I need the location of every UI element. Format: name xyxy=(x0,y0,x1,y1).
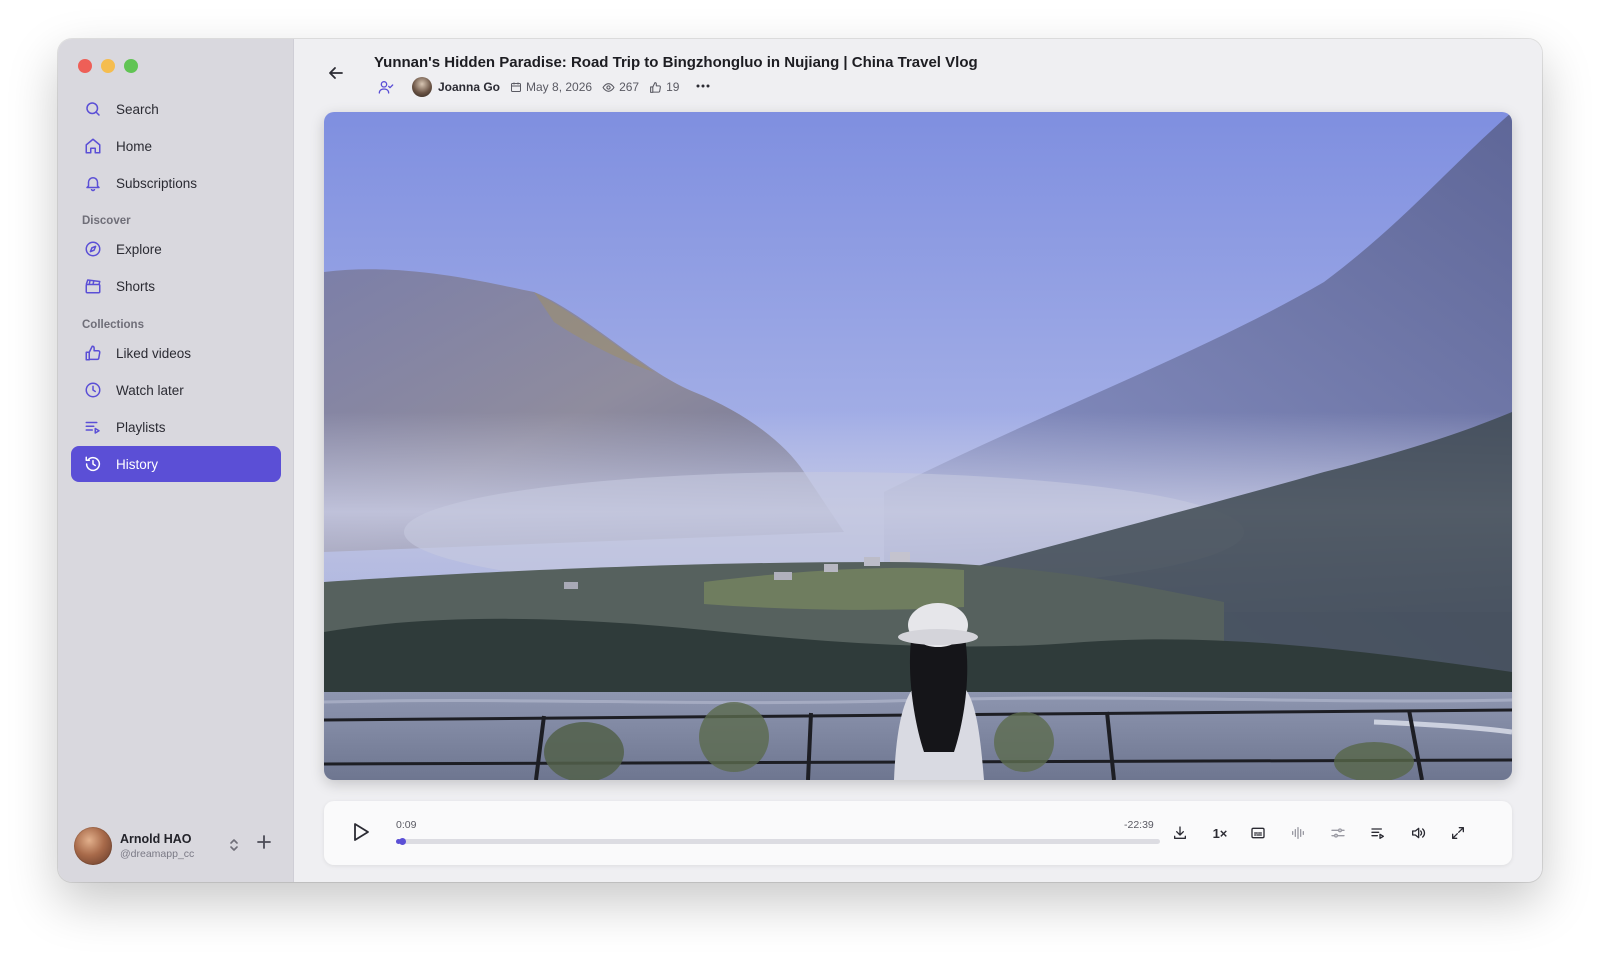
history-icon xyxy=(83,454,103,474)
audio-track-button[interactable] xyxy=(1286,821,1310,845)
sidebar-item-subscriptions[interactable]: Subscriptions xyxy=(71,165,281,201)
sidebar-item-label: Home xyxy=(116,138,153,154)
speaker-icon xyxy=(1412,827,1426,839)
plus-icon xyxy=(257,835,271,849)
main-content: Yunnan's Hidden Paradise: Road Trip to B… xyxy=(294,39,1542,882)
avatar xyxy=(74,827,112,865)
clock-icon xyxy=(83,380,103,400)
close-window-button[interactable] xyxy=(78,59,92,73)
thumbs-up-icon xyxy=(83,343,103,363)
captions-icon xyxy=(1251,827,1265,839)
user-follow-icon xyxy=(378,81,394,94)
adjust-button[interactable] xyxy=(1326,821,1350,845)
video-meta: Joanna Go May 8, 2026 267 19 xyxy=(378,77,711,97)
current-time: 0:09 xyxy=(396,819,417,831)
sidebar-item-label: Watch later xyxy=(116,382,184,398)
sidebar-item-label: History xyxy=(116,456,159,472)
video-player[interactable] xyxy=(324,112,1512,780)
sidebar-item-search[interactable]: Search xyxy=(71,91,281,127)
sidebar-item-label: Liked videos xyxy=(116,345,192,361)
date-text: May 8, 2026 xyxy=(526,80,593,94)
video-frame xyxy=(324,112,1512,780)
sidebar-item-playlists[interactable]: Playlists xyxy=(71,409,281,445)
like-count[interactable]: 19 xyxy=(649,80,679,94)
remaining-time: -22:39 xyxy=(1124,819,1154,831)
home-icon xyxy=(83,136,103,156)
progress-bar[interactable] xyxy=(396,838,1160,845)
publish-date: May 8, 2026 xyxy=(510,80,592,94)
waveform-icon xyxy=(1292,827,1304,839)
sidebar-item-label: Subscriptions xyxy=(116,175,198,191)
sidebar-item-shorts[interactable]: Shorts xyxy=(71,268,281,304)
playlist-icon xyxy=(1371,828,1384,839)
channel-link[interactable]: Joanna Go xyxy=(412,77,500,97)
add-account-button[interactable] xyxy=(256,834,272,854)
sidebar-item-label: Search xyxy=(116,101,159,117)
download-icon xyxy=(1174,826,1186,839)
sidebar-item-explore[interactable]: Explore xyxy=(71,231,281,267)
sidebar: Search Home Subscriptions Discover Explo… xyxy=(58,39,294,882)
channel-name: Joanna Go xyxy=(438,80,501,94)
view-count: 267 xyxy=(602,80,639,94)
captions-button[interactable] xyxy=(1246,821,1270,845)
download-button[interactable] xyxy=(1168,821,1192,845)
user-info: Arnold HAO @dreamapp_cc xyxy=(120,832,194,860)
queue-button[interactable] xyxy=(1366,821,1390,845)
sliders-icon xyxy=(1331,828,1345,838)
ellipsis-icon xyxy=(696,84,710,87)
bell-icon xyxy=(83,173,103,193)
thumbs-up-icon xyxy=(650,81,662,93)
playlist-icon xyxy=(83,417,103,437)
sidebar-item-label: Playlists xyxy=(116,419,166,435)
play-icon xyxy=(354,823,369,841)
arrow-left-icon xyxy=(329,67,343,79)
back-button[interactable] xyxy=(328,65,344,86)
user-handle: @dreamapp_cc xyxy=(120,848,195,860)
section-label-collections: Collections xyxy=(82,319,144,331)
search-icon xyxy=(83,99,103,119)
minimize-window-button[interactable] xyxy=(101,59,115,73)
user-account[interactable]: Arnold HAO @dreamapp_cc xyxy=(74,826,284,866)
sidebar-item-label: Explore xyxy=(116,241,162,257)
sidebar-item-label: Shorts xyxy=(116,278,156,294)
sidebar-item-watch-later[interactable]: Watch later xyxy=(71,372,281,408)
chevron-up-down-icon[interactable] xyxy=(228,836,240,859)
progress-handle[interactable] xyxy=(399,838,407,845)
sidebar-item-liked-videos[interactable]: Liked videos xyxy=(71,335,281,371)
views-text: 267 xyxy=(619,80,640,94)
player-controls: 0:09 -22:39 1× xyxy=(324,801,1512,865)
sidebar-item-history[interactable]: History xyxy=(71,446,281,482)
play-button[interactable] xyxy=(352,822,370,847)
zoom-window-button[interactable] xyxy=(124,59,138,73)
video-title: Yunnan's Hidden Paradise: Road Trip to B… xyxy=(374,54,978,71)
sidebar-item-home[interactable]: Home xyxy=(71,128,281,164)
user-name: Arnold HAO xyxy=(120,832,192,846)
likes-text: 19 xyxy=(666,80,680,94)
channel-avatar xyxy=(412,77,432,97)
volume-button[interactable] xyxy=(1406,821,1430,845)
calendar-icon xyxy=(511,82,522,92)
expand-icon xyxy=(1452,827,1464,839)
subscribe-button[interactable] xyxy=(378,79,398,95)
clapperboard-icon xyxy=(83,276,103,296)
playback-speed-button[interactable]: 1× xyxy=(1206,821,1234,845)
compass-icon xyxy=(83,239,103,259)
eye-icon xyxy=(602,82,615,92)
app-window: Search Home Subscriptions Discover Explo… xyxy=(58,39,1542,882)
section-label-discover: Discover xyxy=(82,215,131,227)
fullscreen-button[interactable] xyxy=(1446,821,1470,845)
window-controls xyxy=(78,59,138,73)
more-options-button[interactable] xyxy=(695,78,711,97)
